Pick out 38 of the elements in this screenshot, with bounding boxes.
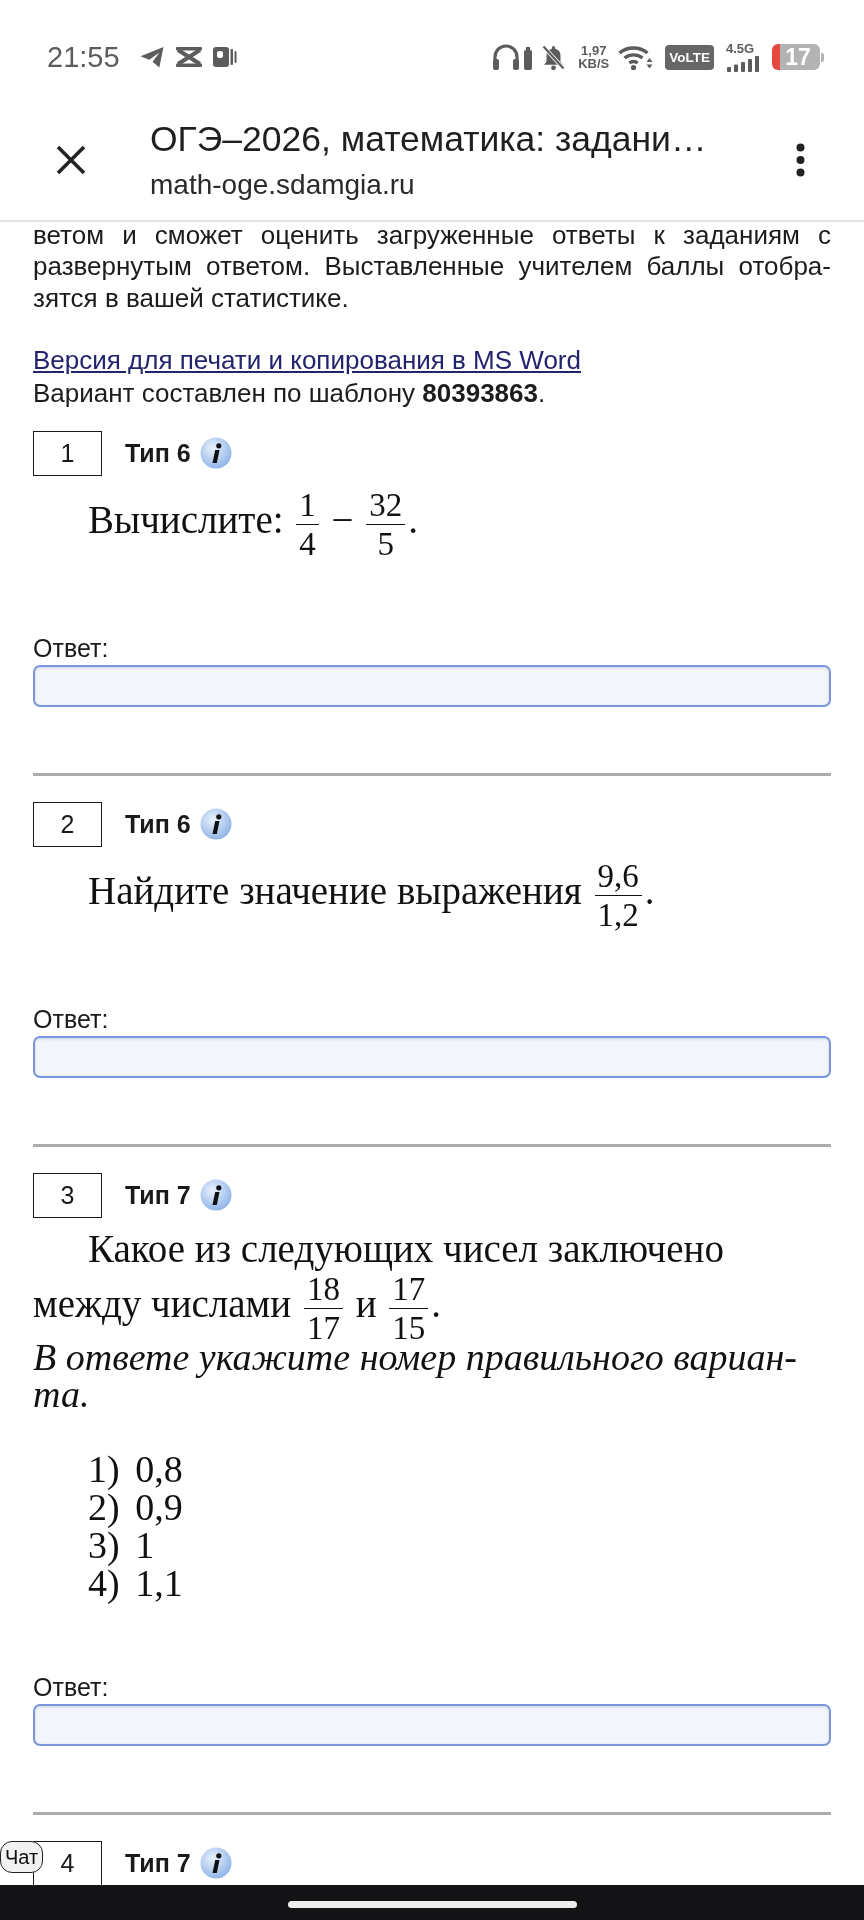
answer-label: Ответ: bbox=[33, 632, 110, 663]
task-number: 2 bbox=[33, 801, 102, 847]
volte-badge: VoLTE bbox=[665, 44, 714, 70]
answer-label: Ответ: bbox=[33, 1003, 110, 1034]
task-type-label: Тип 6 bbox=[125, 809, 191, 839]
status-time: 21:55 bbox=[47, 40, 120, 74]
answer-field[interactable] bbox=[33, 1035, 831, 1078]
page-url: math-oge.sdamgia.ru bbox=[150, 169, 415, 201]
info-icon[interactable] bbox=[199, 808, 232, 841]
print-version-link[interactable]: Версия для печати и копирования в MS Word bbox=[33, 343, 581, 377]
info-icon[interactable] bbox=[199, 1179, 232, 1212]
crossed-bars-icon bbox=[173, 45, 204, 69]
info-icon[interactable] bbox=[199, 1847, 232, 1880]
page-title: ОГЭ–2026, математика: задани… bbox=[150, 119, 707, 159]
signal-bars-icon bbox=[726, 54, 760, 72]
headphones-battery-icon bbox=[491, 42, 534, 72]
intro-paragraph: ветом и сможет оценить загруженные ответы к заданиям с развернутым ответом. Выставленные учителем баллы отобра- зятся в вашей статистике. bbox=[33, 222, 831, 314]
task-number: 1 bbox=[33, 430, 102, 476]
task-type-label: Тип 7 bbox=[125, 1180, 191, 1210]
template-note: Вариант составлен по шаблону 80393863. bbox=[33, 376, 547, 410]
answer-option: 1) 0,8 bbox=[88, 1449, 831, 1488]
info-icon[interactable] bbox=[199, 437, 232, 470]
task-type-label: Тип 7 bbox=[125, 1848, 191, 1878]
answer-field[interactable] bbox=[33, 1703, 831, 1746]
close-icon bbox=[56, 145, 86, 175]
task-instruction: В ответе укажите номер правильного вариан- та. bbox=[33, 1338, 798, 1413]
document-stack-icon bbox=[211, 45, 237, 69]
answer-label: Ответ: bbox=[33, 1671, 110, 1702]
task-type-label: Тип 6 bbox=[125, 438, 191, 468]
answer-field[interactable] bbox=[33, 664, 831, 707]
network-type-label: 4.5G bbox=[726, 42, 755, 55]
battery-indicator: 17 bbox=[772, 44, 824, 70]
network-speed-unit: KB/S bbox=[578, 57, 610, 70]
network-speed: 1,97 bbox=[581, 44, 607, 57]
muted-bell-icon bbox=[541, 43, 567, 71]
wifi-icon bbox=[617, 43, 654, 71]
more-options-icon bbox=[795, 143, 805, 177]
task-number: 3 bbox=[33, 1172, 102, 1218]
